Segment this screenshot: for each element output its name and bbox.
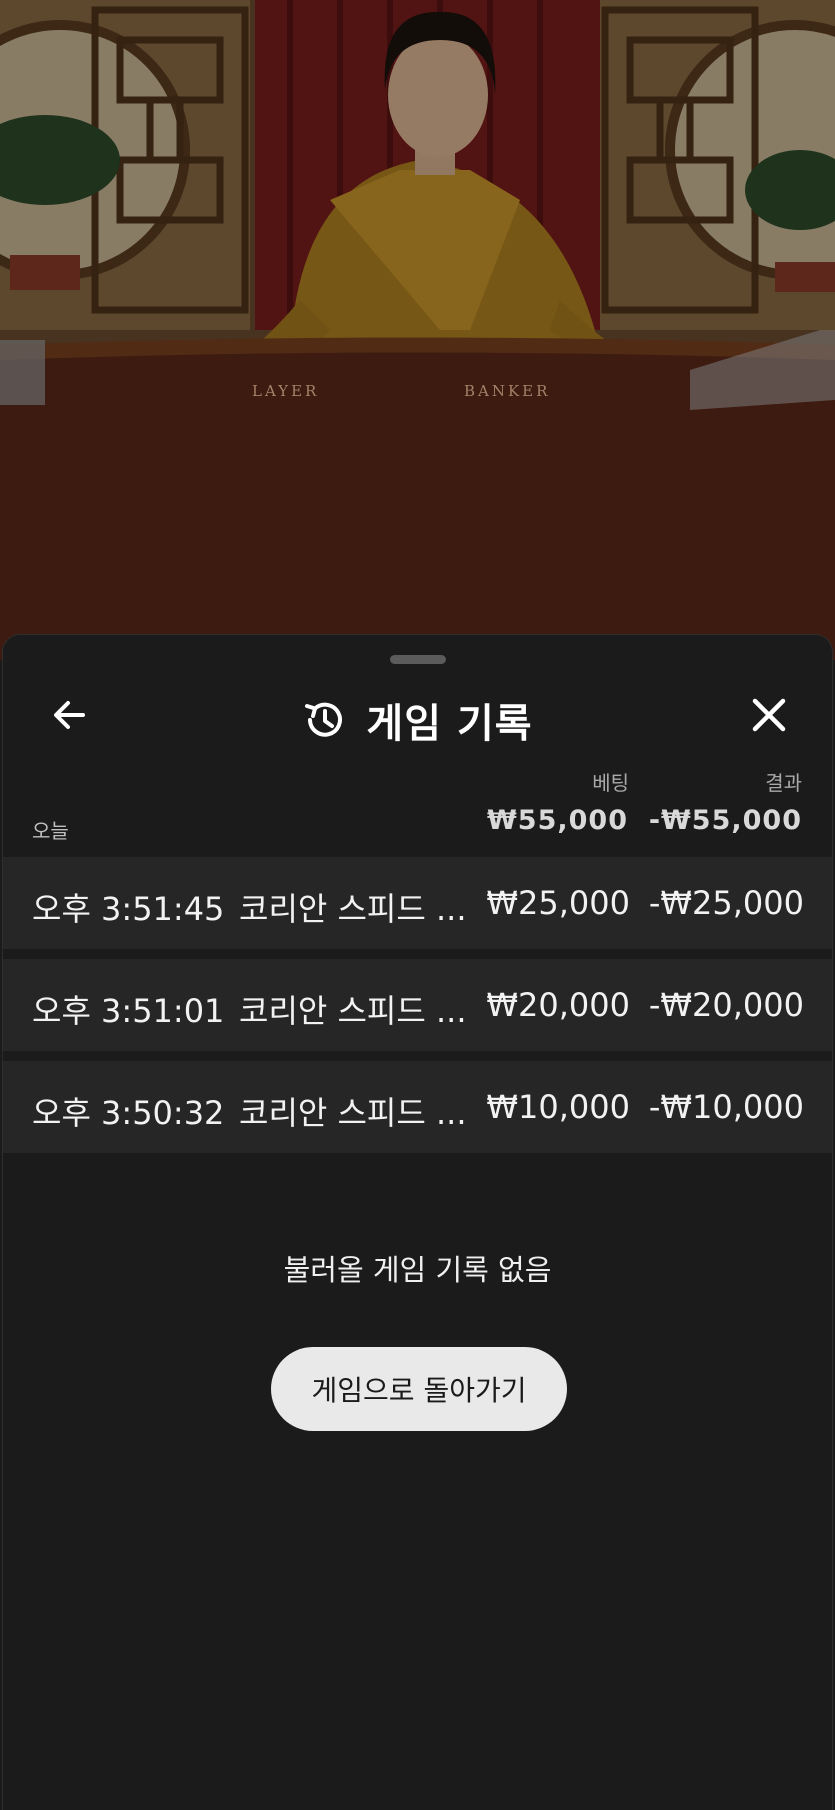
close-x-icon [752, 698, 786, 732]
row-game-name: 코리안 스피드 ... [239, 1094, 467, 1132]
row-time: 오후 3:51:45 [32, 890, 225, 928]
empty-state-message: 불러올 게임 기록 없음 [283, 1253, 552, 1287]
table-label-player: LAYER [252, 382, 320, 400]
return-to-game-button[interactable]: 게임으로 돌아가기 [271, 1347, 567, 1431]
row-time: 오후 3:51:01 [32, 992, 225, 1030]
history-row[interactable]: 오후 3:51:01 코리안 스피드 ... ₩20,000 -₩20,000 [3, 959, 832, 1051]
summary-result-total: -₩55,000 [648, 805, 802, 836]
row-bet-amount: ₩20,000 [486, 986, 630, 1024]
table-label-banker: BANKER [464, 382, 551, 400]
column-header-result: 결과 [765, 771, 802, 795]
row-result-amount: -₩25,000 [648, 884, 804, 922]
sheet-title: 게임 기록 [366, 701, 533, 747]
history-row[interactable]: 오후 3:50:32 코리안 스피드 ... ₩10,000 -₩10,000 [3, 1061, 832, 1153]
live-video-stream: LAYER BANKER [0, 0, 835, 660]
summary-bet-total: ₩55,000 [487, 805, 628, 836]
dealer-scene-image [0, 0, 835, 660]
history-row[interactable]: 오후 3:51:45 코리안 스피드 ... ₩25,000 -₩25,000 [3, 857, 832, 949]
date-group-label: 오늘 [32, 819, 69, 843]
row-result-amount: -₩10,000 [648, 1088, 804, 1126]
row-game-name: 코리안 스피드 ... [239, 992, 467, 1030]
row-result-amount: -₩20,000 [648, 986, 804, 1024]
row-game-name: 코리안 스피드 ... [239, 890, 467, 928]
sheet-header: 게임 기록 [3, 679, 832, 751]
row-bet-amount: ₩25,000 [486, 884, 630, 922]
title-group: 게임 기록 [3, 691, 832, 749]
drag-handle[interactable] [390, 655, 446, 664]
column-header-bet: 베팅 [592, 771, 629, 795]
row-time: 오후 3:50:32 [32, 1094, 225, 1132]
row-bet-amount: ₩10,000 [486, 1088, 630, 1126]
history-clock-icon [305, 702, 343, 737]
game-history-sheet: 게임 기록 베팅 결과 오늘 ₩55,000 -₩55,000 오후 3:51:… [2, 634, 833, 1810]
close-button[interactable] [743, 689, 795, 741]
